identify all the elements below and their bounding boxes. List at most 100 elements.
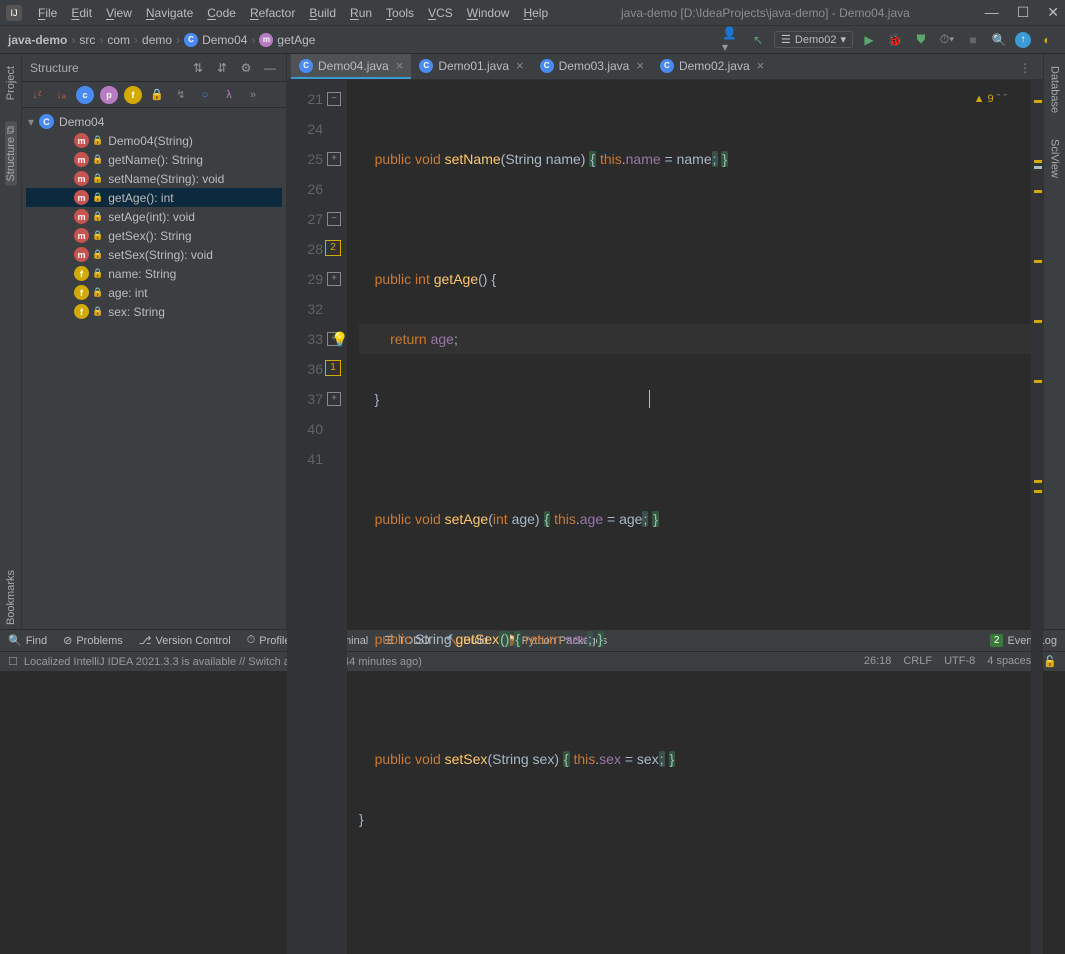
run-config-selector[interactable]: ☰ Demo02 ▾ <box>774 31 853 48</box>
menu-navigate[interactable]: Navigate <box>140 4 199 22</box>
usage-marker[interactable]: 2 <box>325 240 341 256</box>
menu-build[interactable]: Build <box>303 4 342 22</box>
sort-icon[interactable]: ↓ᶻ <box>28 86 46 104</box>
breadcrumb-part[interactable]: demo <box>142 33 172 47</box>
tree-member[interactable]: m🔒getAge(): int <box>26 188 282 207</box>
code-area[interactable]: ▲9 ˆ ˇ public void setName(String name) … <box>347 80 1031 954</box>
main-menu: FileEditViewNavigateCodeRefactorBuildRun… <box>32 4 554 22</box>
structure-title: Structure <box>30 61 182 75</box>
bottom-tool-find[interactable]: 🔍 Find <box>8 634 47 647</box>
menu-vcs[interactable]: VCS <box>422 4 459 22</box>
tree-member[interactable]: m🔒Demo04(String) <box>26 131 282 150</box>
menu-view[interactable]: View <box>100 4 138 22</box>
close-button[interactable]: ✕ <box>1047 4 1059 21</box>
project-tool-tab[interactable]: Project <box>5 62 17 104</box>
tree-member[interactable]: f🔒sex: String <box>26 302 282 321</box>
hide-icon[interactable]: — <box>262 60 278 76</box>
collapse-all-icon[interactable]: ⇵ <box>214 60 230 76</box>
bottom-tool-version-control[interactable]: ⎇ Version Control <box>139 634 231 647</box>
method-icon: m <box>74 171 89 186</box>
ide-settings-icon[interactable]: ◐ <box>1037 30 1057 50</box>
menu-run[interactable]: Run <box>344 4 378 22</box>
stop-button[interactable]: ■ <box>963 30 983 50</box>
breadcrumb-part[interactable]: src <box>79 33 95 47</box>
tree-member[interactable]: m🔒setName(String): void <box>26 169 282 188</box>
menu-edit[interactable]: Edit <box>65 4 98 22</box>
fold-toggle-icon[interactable]: + <box>327 272 341 286</box>
menu-file[interactable]: File <box>32 4 63 22</box>
close-tab-icon[interactable]: × <box>757 58 765 73</box>
inspection-widget[interactable]: ▲9 ˆ ˇ <box>974 84 1007 114</box>
tree-member[interactable]: f🔒age: int <box>26 283 282 302</box>
fold-toggle-icon[interactable]: + <box>327 152 341 166</box>
editor-tab[interactable]: CDemo01.java× <box>411 54 531 79</box>
filter-class-icon[interactable]: c <box>76 86 94 104</box>
user-icon[interactable]: 👤▾ <box>722 30 742 50</box>
java-class-icon: C <box>540 59 554 73</box>
back-icon[interactable]: ↖ <box>748 30 768 50</box>
lock-icon[interactable]: 🔒 <box>148 86 166 104</box>
tree-member[interactable]: m🔒getSex(): String <box>26 226 282 245</box>
database-tool-tab[interactable]: Database <box>1049 62 1061 117</box>
close-tab-icon[interactable]: × <box>636 58 644 73</box>
editor-tab[interactable]: CDemo04.java× <box>291 54 411 79</box>
run-button[interactable]: ▶ <box>859 30 879 50</box>
anon-icon[interactable]: ○ <box>196 86 214 104</box>
bottom-tool-problems[interactable]: ⊘ Problems <box>63 634 123 647</box>
inherit-icon[interactable]: ↯ <box>172 86 190 104</box>
expand-all-icon[interactable]: ⇅ <box>190 60 206 76</box>
lock-icon: 🔒 <box>92 287 103 298</box>
minimize-button[interactable]: — <box>985 4 999 21</box>
fold-toggle-icon[interactable]: − <box>327 212 341 226</box>
debug-button[interactable]: 🐞 <box>885 30 905 50</box>
update-icon[interactable]: ↑ <box>1015 32 1031 48</box>
settings-icon[interactable]: ⚙ <box>238 60 254 76</box>
tree-member[interactable]: m🔒setAge(int): void <box>26 207 282 226</box>
prev-highlight-icon[interactable]: ˆ <box>997 84 1001 114</box>
filter-prop-icon[interactable]: p <box>100 86 118 104</box>
menu-code[interactable]: Code <box>201 4 242 22</box>
close-tab-icon[interactable]: × <box>516 58 524 73</box>
sort2-icon[interactable]: ↓ₐ <box>52 86 70 104</box>
breadcrumb-class[interactable]: Demo04 <box>202 33 247 47</box>
next-highlight-icon[interactable]: ˇ <box>1003 84 1007 114</box>
lock-icon: 🔒 <box>92 135 103 146</box>
error-stripe[interactable] <box>1031 80 1043 954</box>
intention-bulb-icon[interactable]: 💡 <box>331 324 348 354</box>
lock-icon: 🔒 <box>92 154 103 165</box>
readonly-lock-icon[interactable]: 🔓 <box>1043 655 1057 668</box>
menu-tools[interactable]: Tools <box>380 4 420 22</box>
usage-marker[interactable]: 1 <box>325 360 341 376</box>
tree-member[interactable]: m🔒setSex(String): void <box>26 245 282 264</box>
breadcrumb[interactable]: java-demo ›src ›com ›demo ›CDemo04 ›mget… <box>8 33 315 47</box>
fold-toggle-icon[interactable]: − <box>327 92 341 106</box>
profile-button[interactable]: ⏱▾ <box>937 30 957 50</box>
tree-member[interactable]: m🔒getName(): String <box>26 150 282 169</box>
maximize-button[interactable]: ☐ <box>1017 4 1030 21</box>
tree-class-node[interactable]: ▾ C Demo04 <box>26 112 282 131</box>
editor-gutter: 21−2425+2627−28229+3233+36137+4041 <box>287 80 347 954</box>
filter-field-icon[interactable]: f <box>124 86 142 104</box>
fold-toggle-icon[interactable]: + <box>327 392 341 406</box>
titlebar: IJ FileEditViewNavigateCodeRefactorBuild… <box>0 0 1065 26</box>
more-icon[interactable]: » <box>244 86 262 104</box>
breadcrumb-project[interactable]: java-demo <box>8 33 67 47</box>
breadcrumb-method[interactable]: getAge <box>277 33 315 47</box>
menu-refactor[interactable]: Refactor <box>244 4 301 22</box>
coverage-button[interactable]: ⛊ <box>911 30 931 50</box>
tree-member[interactable]: f🔒name: String <box>26 264 282 283</box>
menu-help[interactable]: Help <box>517 4 554 22</box>
sciview-tool-tab[interactable]: SciView <box>1049 135 1061 182</box>
status-icon[interactable]: ☐ <box>8 655 18 668</box>
menu-window[interactable]: Window <box>461 4 516 22</box>
search-everywhere-button[interactable]: 🔍 <box>989 30 1009 50</box>
structure-tool-tab[interactable]: Structure ⧉ <box>5 122 17 186</box>
method-icon: m <box>74 152 89 167</box>
close-tab-icon[interactable]: × <box>396 58 404 73</box>
breadcrumb-part[interactable]: com <box>107 33 130 47</box>
editor-tab[interactable]: CDemo02.java× <box>652 54 772 79</box>
bookmarks-tool-tab[interactable]: Bookmarks <box>5 566 17 629</box>
lambda-icon[interactable]: λ <box>220 86 238 104</box>
editor-tab[interactable]: CDemo03.java× <box>532 54 652 79</box>
tabs-more-icon[interactable]: ⋮ <box>1011 57 1039 79</box>
